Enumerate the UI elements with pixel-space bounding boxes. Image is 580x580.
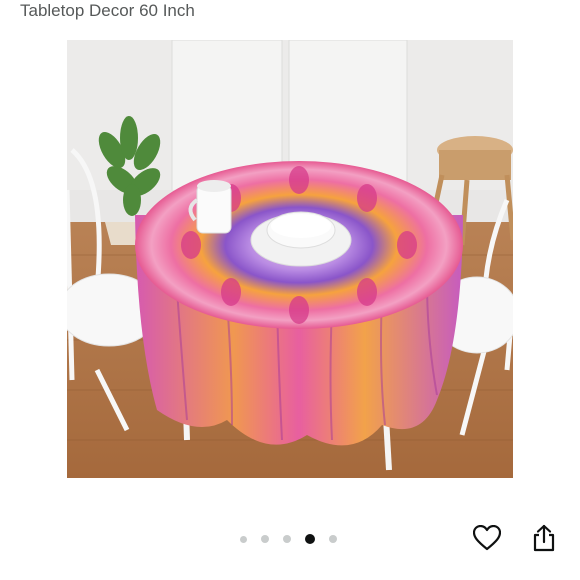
product-title: Tabletop Decor 60 Inch: [20, 1, 195, 20]
favorite-button[interactable]: [470, 521, 504, 555]
carousel-dot-active[interactable]: [305, 534, 315, 544]
share-button[interactable]: [527, 521, 561, 555]
carousel-dot[interactable]: [329, 535, 337, 543]
share-icon: [533, 524, 555, 552]
carousel-dots[interactable]: [240, 533, 337, 545]
heart-outline-icon: [473, 525, 501, 551]
carousel-dot[interactable]: [261, 535, 269, 543]
product-image[interactable]: [67, 40, 513, 478]
carousel-dot[interactable]: [283, 535, 291, 543]
carousel-dot[interactable]: [240, 535, 247, 543]
